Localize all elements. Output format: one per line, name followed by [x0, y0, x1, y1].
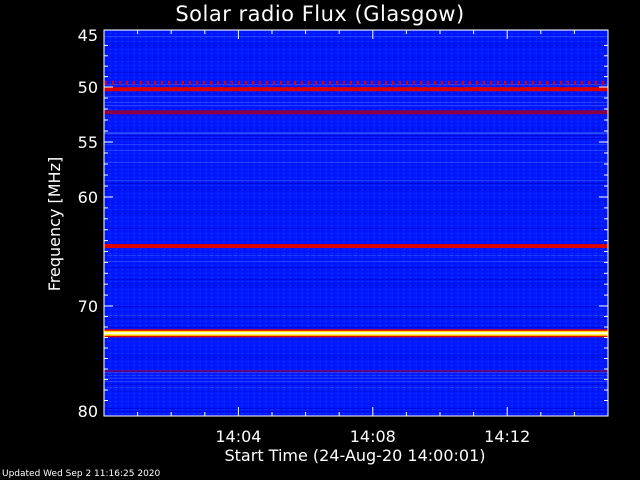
x-tick-label: 14:12: [484, 427, 530, 446]
y-tick-label: 80: [78, 402, 98, 421]
x-axis-label: Start Time (24-Aug-20 14:00:01): [225, 446, 486, 465]
y-tick-label: 50: [78, 78, 98, 97]
y-axis-label: Frequency [MHz]: [45, 157, 64, 291]
y-tick-label: 70: [78, 297, 98, 316]
y-tick-label: 60: [78, 188, 98, 207]
band-peak: [104, 332, 608, 335]
heatmap-area: [104, 30, 608, 416]
updated-timestamp: Updated Wed Sep 2 11:16:25 2020: [2, 469, 161, 479]
x-tick-label: 14:08: [350, 427, 396, 446]
y-tick-label: 45: [78, 26, 98, 45]
band-red: [104, 244, 608, 249]
band-dark-red: [104, 370, 608, 373]
band-dark-red: [104, 110, 608, 115]
band-dotted: [104, 80, 608, 85]
x-tick-label: 14:04: [215, 427, 261, 446]
y-tick-label: 55: [78, 133, 98, 152]
band-red: [104, 87, 608, 92]
band-light-blue: [104, 132, 608, 135]
spectrogram-chart: 14:04 14:08 14:12 45 50 55 60 70 80 Frequency [M…: [45, 26, 609, 465]
